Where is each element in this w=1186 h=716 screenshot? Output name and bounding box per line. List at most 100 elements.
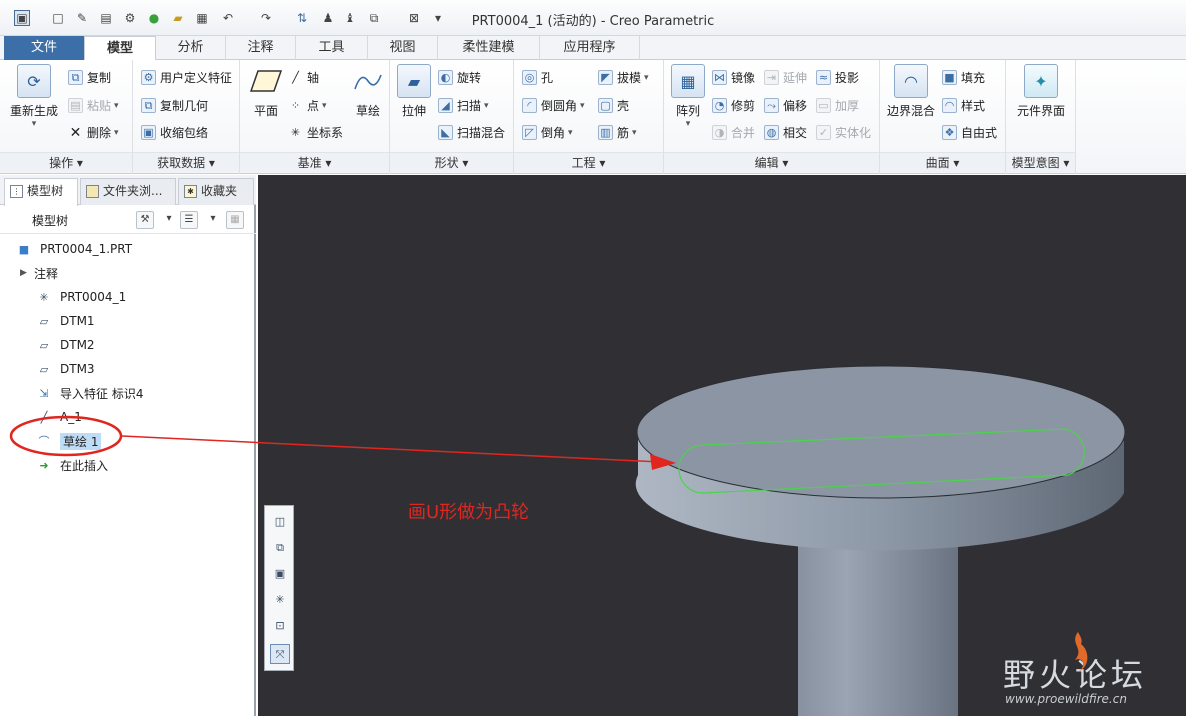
plane-button[interactable]: 平面 — [244, 64, 288, 119]
regenerate-button[interactable]: ⟳ 重新生成 ▾ — [6, 64, 62, 129]
tab-model-tree[interactable]: ⋮ 模型树 — [4, 178, 78, 206]
group-label-engineering[interactable]: 工程 ▾ — [514, 152, 663, 172]
group-label-model-intent[interactable]: 模型意图 ▾ — [1006, 152, 1075, 172]
tab-file[interactable]: 文件 — [4, 36, 84, 60]
tree-item-label: 在此插入 — [60, 458, 109, 473]
group-label-shapes[interactable]: 形状 ▾ — [390, 152, 513, 172]
csys-button[interactable]: ✳ 坐标系 — [288, 124, 343, 141]
group-label-operations[interactable]: 操作 ▾ — [0, 152, 132, 172]
offset-button[interactable]: ⤳ 偏移 — [764, 97, 807, 114]
component-interface-label: 元件界面 — [1016, 104, 1065, 118]
group-label-get-data[interactable]: 获取数据 ▾ — [133, 152, 239, 172]
shaft — [798, 535, 958, 716]
tree-item-dtm2[interactable]: ▱ DTM2 — [0, 333, 256, 357]
project-button[interactable]: ≈ 投影 — [816, 69, 859, 86]
rib-button[interactable]: ▥ 筋 ▾ — [598, 124, 637, 141]
sweep-button[interactable]: ◢ 扫描 ▾ — [438, 97, 489, 114]
expand-icon[interactable]: ▶ — [20, 268, 28, 278]
copy-geometry-button[interactable]: ⧉ 复制几何 — [141, 97, 208, 114]
axis-button[interactable]: ╱ 轴 — [288, 69, 319, 86]
tree-item-label: DTM2 — [60, 338, 95, 352]
hole-button[interactable]: ◎ 孔 — [522, 69, 553, 86]
component-interface-button[interactable]: ✦ 元件界面 — [1010, 64, 1072, 119]
tab-annotate[interactable]: 注释 — [226, 36, 296, 60]
group-label-editing[interactable]: 编辑 ▾ — [664, 152, 879, 172]
shell-button[interactable]: ▢ 壳 — [598, 97, 629, 114]
tree-item-csys[interactable]: ✳ PRT0004_1 — [0, 285, 256, 309]
solidify-button[interactable]: ✓ 实体化 — [816, 124, 871, 141]
freestyle-button[interactable]: ❖ 自由式 — [942, 124, 997, 141]
sweep-blend-button[interactable]: ◣ 扫描混合 — [438, 124, 505, 141]
chevron-down-icon[interactable]: ▾ — [160, 211, 178, 229]
chamfer-button[interactable]: ◸ 倒角 ▾ — [522, 124, 573, 141]
pattern-button[interactable]: ▦ 阵列 ▾ — [668, 64, 708, 129]
extrude-icon: ▰ — [397, 64, 431, 98]
tree-item-insert-here[interactable]: ➜ 在此插入 — [0, 453, 256, 477]
star-icon: ✱ — [184, 185, 197, 198]
tab-model[interactable]: 模型 — [84, 36, 156, 61]
tab-view[interactable]: 视图 — [368, 36, 438, 60]
plane-icon — [249, 64, 283, 98]
tree-item-axis[interactable]: ╱ A_1 — [0, 405, 256, 429]
revolve-button[interactable]: ◐ 旋转 — [438, 69, 481, 86]
merge-button[interactable]: ◑ 合并 — [712, 124, 755, 141]
paste-button[interactable]: ▤ 粘贴 ▾ — [68, 97, 119, 114]
boundary-blend-button[interactable]: ◠ 边界混合 — [884, 64, 938, 119]
tab-favorites[interactable]: ✱ 收藏夹 — [178, 178, 254, 205]
thicken-button[interactable]: ▭ 加厚 — [816, 97, 859, 114]
annotation-display-icon[interactable]: ⊡ — [270, 616, 290, 636]
tree-settings-icon[interactable]: ⚒ — [136, 211, 154, 229]
tree-item-import-feature[interactable]: ⇲ 导入特征 标识4 — [0, 381, 256, 405]
csys-icon: ✳ — [290, 126, 301, 139]
group-label-surfaces[interactable]: 曲面 ▾ — [880, 152, 1005, 172]
sketch-button[interactable]: 草绘 — [348, 64, 388, 119]
quick-access-toolbar: ▣ □ ✎ ▤ ⚙ ● ▰ ▦ ↶ ↷ ⇅ ♟ ♝ ⧉ ⊠ ▾ PRT0004_… — [0, 0, 1186, 36]
spin-center-icon[interactable]: ⤧ — [270, 644, 290, 664]
tab-flexible-modeling[interactable]: 柔性建模 — [438, 36, 540, 60]
extrude-button[interactable]: ▰ 拉伸 — [394, 64, 434, 119]
copy-geometry-icon: ⧉ — [141, 98, 156, 113]
plane-label: 平面 — [253, 104, 278, 118]
tree-item-part[interactable]: ■ PRT0004_1.PRT — [0, 237, 256, 261]
regenerate-label: 重新生成 — [9, 104, 58, 118]
round-button[interactable]: ◜ 倒圆角 ▾ — [522, 97, 585, 114]
tab-folder-browser[interactable]: 文件夹浏... — [80, 178, 176, 205]
chevron-down-icon[interactable]: ▾ — [204, 211, 222, 229]
datum-display-icon[interactable]: ✳ — [270, 590, 290, 610]
saved-views-icon[interactable]: ⧉ — [270, 538, 290, 558]
fill-label: 填充 — [961, 71, 986, 85]
intersect-icon: ◍ — [764, 125, 779, 140]
draft-button[interactable]: ◤ 拔模 ▾ — [598, 69, 649, 86]
shrinkwrap-icon: ▣ — [141, 125, 156, 140]
tree-item-label: PRT0004_1 — [60, 290, 127, 304]
delete-button[interactable]: ✕ 删除 ▾ — [68, 124, 119, 141]
tab-applications[interactable]: 应用程序 — [540, 36, 640, 60]
datum-plane-icon: ▱ — [39, 314, 49, 328]
point-label: 点 — [307, 99, 320, 113]
tree-item-dtm3[interactable]: ▱ DTM3 — [0, 357, 256, 381]
tree-item-sketch[interactable]: ⌒ 草绘 1 — [0, 429, 256, 453]
axis-icon: ╱ — [40, 410, 48, 424]
tab-tools[interactable]: 工具 — [296, 36, 368, 60]
offset-icon: ⤳ — [764, 98, 779, 113]
mirror-button[interactable]: ⋈ 镜像 — [712, 69, 755, 86]
udf-button[interactable]: ⚙ 用户定义特征 — [141, 69, 232, 86]
style-button[interactable]: ◠ 样式 — [942, 97, 985, 114]
tab-analysis[interactable]: 分析 — [156, 36, 226, 60]
freestyle-label: 自由式 — [961, 126, 998, 140]
tree-filter-icon[interactable]: ▦ — [226, 211, 244, 229]
extend-button[interactable]: ⇥ 延伸 — [764, 69, 807, 86]
tree-item-dtm1[interactable]: ▱ DTM1 — [0, 309, 256, 333]
fill-button[interactable]: ■ 填充 — [942, 69, 985, 86]
point-button[interactable]: ⁘ 点 ▾ — [288, 97, 327, 114]
view-cube-icon[interactable]: ◫ — [270, 512, 290, 532]
shrinkwrap-button[interactable]: ▣ 收缩包络 — [141, 124, 208, 141]
group-label-datum[interactable]: 基准 ▾ — [240, 152, 389, 172]
udf-label: 用户定义特征 — [160, 71, 233, 85]
display-style-icon[interactable]: ▣ — [270, 564, 290, 584]
trim-button[interactable]: ◔ 修剪 — [712, 97, 755, 114]
tree-columns-icon[interactable]: ☰ — [180, 211, 198, 229]
copy-button[interactable]: ⧉ 复制 — [68, 69, 111, 86]
tree-item-annotations[interactable]: ▶ 注释 — [0, 261, 256, 285]
intersect-button[interactable]: ◍ 相交 — [764, 124, 807, 141]
